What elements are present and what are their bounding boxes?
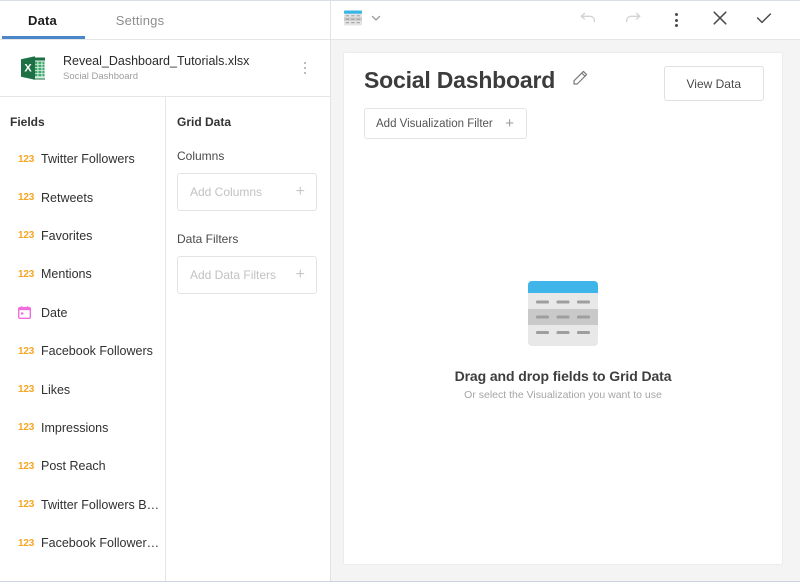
- chevron-down-icon: [370, 11, 382, 29]
- calendar-field-icon: [18, 306, 37, 319]
- data-filters-label: Data Filters: [166, 231, 330, 247]
- field-item-date[interactable]: Date: [0, 294, 165, 332]
- fields-panel: Fields 123 Twitter Followers 123 Retweet…: [0, 97, 166, 581]
- columns-label: Columns: [166, 148, 330, 164]
- visualization-type-selector[interactable]: [343, 8, 382, 33]
- number-field-icon: 123: [18, 538, 37, 549]
- redo-icon: [622, 7, 643, 33]
- app-window: Data Settings: [0, 0, 800, 582]
- excel-file-icon: X: [18, 53, 48, 83]
- field-item-post-reach[interactable]: 123 Post Reach: [0, 447, 165, 485]
- field-label: Date: [41, 306, 67, 320]
- add-data-filters-dropzone[interactable]: Add Data Filters +: [177, 256, 317, 294]
- tab-settings[interactable]: Settings: [85, 1, 195, 39]
- dashboard-card: Social Dashboard View Data: [343, 52, 783, 565]
- view-data-button[interactable]: View Data: [664, 66, 764, 101]
- field-label: Facebook Followers: [41, 344, 153, 358]
- datasource-text: Reveal_Dashboard_Tutorials.xlsx Social D…: [63, 54, 294, 83]
- datasource-menu-button[interactable]: [294, 57, 316, 79]
- number-field-icon: 123: [18, 154, 37, 165]
- page-title: Social Dashboard: [364, 67, 555, 94]
- add-columns-dropzone[interactable]: Add Columns +: [177, 173, 317, 211]
- kebab-dot: [675, 24, 678, 27]
- field-item-favorites[interactable]: 123 Favorites: [0, 217, 165, 255]
- number-field-icon: 123: [18, 499, 37, 510]
- add-visualization-filter-button[interactable]: Add Visualization Filter +: [364, 108, 527, 139]
- field-item-impressions[interactable]: 123 Impressions: [0, 409, 165, 447]
- undo-icon: [578, 7, 599, 33]
- field-item-retweets[interactable]: 123 Retweets: [0, 178, 165, 216]
- tab-data-label: Data: [28, 13, 57, 28]
- add-data-filters-placeholder: Add Data Filters: [190, 268, 296, 282]
- editor-toolbar: [331, 1, 800, 40]
- field-label: Favorites: [41, 229, 92, 243]
- grid-visualization-icon: [343, 8, 363, 33]
- field-label: Mentions: [41, 267, 92, 281]
- field-label: Twitter Followers: [41, 152, 135, 166]
- close-button[interactable]: [698, 1, 742, 40]
- field-label: Retweets: [41, 191, 93, 205]
- empty-state-subtitle: Or select the Visualization you want to …: [464, 389, 662, 401]
- fields-panel-title: Fields: [0, 97, 165, 130]
- close-icon: [710, 8, 730, 33]
- kebab-dot: [304, 62, 307, 65]
- view-data-label: View Data: [687, 77, 741, 91]
- grid-data-panel: Grid Data Columns Add Columns + Data Fil…: [166, 97, 330, 581]
- number-field-icon: 123: [18, 269, 37, 280]
- number-field-icon: 123: [18, 384, 37, 395]
- field-label: Twitter Followers By…: [41, 498, 165, 512]
- datasource-row[interactable]: X Reveal_Dashboard_Tutorials.xlsx Social…: [0, 40, 330, 97]
- field-item-facebook-followers[interactable]: 123 Facebook Followers: [0, 332, 165, 370]
- edit-title-button[interactable]: [569, 70, 591, 92]
- number-field-icon: 123: [18, 230, 37, 241]
- left-panels: Fields 123 Twitter Followers 123 Retweet…: [0, 97, 330, 581]
- number-field-icon: 123: [18, 192, 37, 203]
- tab-settings-label: Settings: [116, 13, 165, 28]
- fields-list: 123 Twitter Followers 123 Retweets 123 F…: [0, 140, 165, 581]
- kebab-dot: [675, 13, 678, 16]
- field-item-likes[interactable]: 123 Likes: [0, 370, 165, 408]
- empty-state: Drag and drop fields to Grid Data Or sel…: [344, 139, 782, 564]
- tab-data[interactable]: Data: [0, 1, 85, 39]
- dashboard-header: Social Dashboard View Data: [344, 53, 782, 139]
- datasource-name: Reveal_Dashboard_Tutorials.xlsx: [63, 54, 294, 69]
- confirm-button[interactable]: [742, 1, 786, 40]
- pencil-icon: [571, 69, 589, 92]
- field-label: Facebook Followers…: [41, 536, 165, 550]
- number-field-icon: 123: [18, 346, 37, 357]
- kebab-dot: [675, 19, 678, 22]
- field-item-twitter-followers[interactable]: 123 Twitter Followers: [0, 140, 165, 178]
- svg-text:X: X: [24, 62, 32, 74]
- left-panel: Data Settings: [0, 1, 331, 581]
- field-item-twitter-followers-by[interactable]: 123 Twitter Followers By…: [0, 486, 165, 524]
- checkmark-icon: [754, 8, 774, 33]
- kebab-dot: [304, 72, 307, 75]
- field-label: Impressions: [41, 421, 108, 435]
- field-label: Post Reach: [41, 459, 106, 473]
- number-field-icon: 123: [18, 422, 37, 433]
- plus-icon[interactable]: +: [296, 267, 305, 283]
- field-label: Likes: [41, 383, 70, 397]
- field-item-mentions[interactable]: 123 Mentions: [0, 255, 165, 293]
- grid-data-title: Grid Data: [166, 97, 330, 130]
- datasource-subtitle: Social Dashboard: [63, 70, 294, 83]
- overflow-menu-button[interactable]: [654, 1, 698, 40]
- tab-bar: Data Settings: [0, 1, 330, 40]
- field-item-facebook-followers-2[interactable]: 123 Facebook Followers…: [0, 524, 165, 562]
- number-field-icon: 123: [18, 461, 37, 472]
- grid-placeholder-icon: [528, 281, 598, 351]
- plus-icon: +: [505, 116, 514, 131]
- empty-state-title: Drag and drop fields to Grid Data: [455, 368, 672, 384]
- undo-button[interactable]: [566, 1, 610, 40]
- right-panel: Social Dashboard View Data: [331, 1, 800, 581]
- kebab-dot: [304, 67, 307, 70]
- add-columns-placeholder: Add Columns: [190, 185, 296, 199]
- canvas-area: Social Dashboard View Data: [331, 40, 800, 581]
- plus-icon[interactable]: +: [296, 184, 305, 200]
- add-visualization-filter-label: Add Visualization Filter: [376, 118, 505, 130]
- redo-button[interactable]: [610, 1, 654, 40]
